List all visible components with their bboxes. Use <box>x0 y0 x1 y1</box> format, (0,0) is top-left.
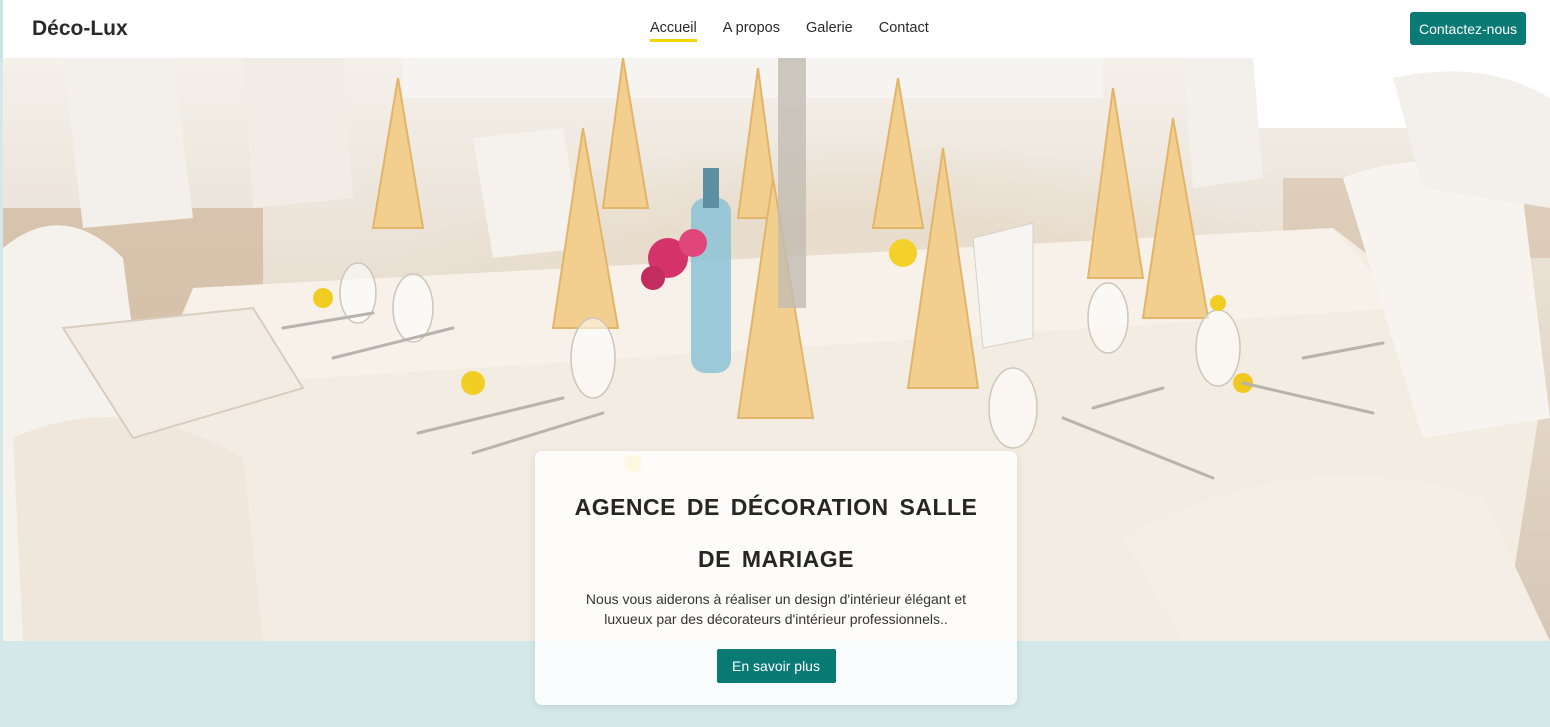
nav-item-accueil[interactable]: Accueil <box>650 20 697 42</box>
hero-description: Nous vous aiderons à réaliser un design … <box>585 591 967 627</box>
hero-title: AGENCE DE DÉCORATION SALLE DE MARIAGE <box>574 494 978 572</box>
nav-item-galerie[interactable]: Galerie <box>806 20 853 42</box>
brand-logo[interactable]: Déco-Lux <box>32 17 128 41</box>
nav-item-a-propos[interactable]: A propos <box>723 20 780 42</box>
learn-more-button[interactable]: En savoir plus <box>716 649 836 683</box>
nav-item-contact[interactable]: Contact <box>879 20 929 42</box>
hero-card: AGENCE DE DÉCORATION SALLE DE MARIAGE No… <box>535 451 1017 705</box>
contact-us-button[interactable]: Contactez-nous <box>1410 12 1526 45</box>
main-nav: Accueil A propos Galerie Contact <box>650 20 955 42</box>
navbar: Déco-Lux Accueil A propos Galerie Contac… <box>0 0 1550 58</box>
